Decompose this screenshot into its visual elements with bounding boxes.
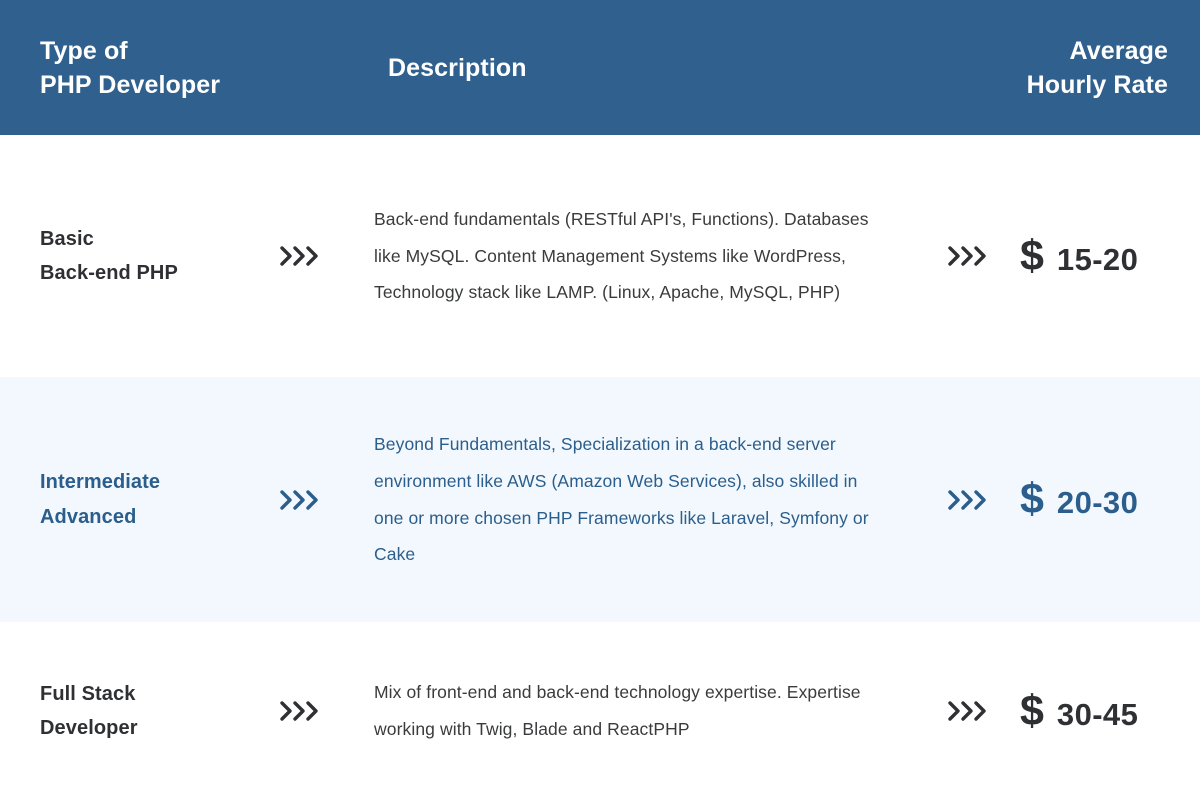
hourly-rate-value: $ 20-30 (1020, 478, 1200, 521)
header-rate-line1: Average (1069, 36, 1168, 65)
cell-arrow-left (262, 241, 374, 271)
currency-symbol: $ (1020, 231, 1044, 280)
description-text: Beyond Fundamentals, Specialization in a… (374, 434, 869, 565)
hourly-rate-value: $ 30-45 (1020, 686, 1200, 735)
developer-type-line2: Advanced (40, 505, 137, 528)
cell-developer-type: Intermediate Advanced (0, 465, 262, 534)
header-rate-line2: Hourly Rate (1026, 70, 1168, 99)
table-header-row: Type of PHP Developer Description Averag… (0, 0, 1200, 135)
cell-description: Mix of front-end and back-end technology… (374, 674, 914, 747)
rate-amount: 30-45 (1056, 696, 1139, 732)
developer-type-line1: Intermediate (40, 471, 161, 494)
header-cell-rate: Average Hourly Rate (1020, 34, 1200, 102)
cell-developer-type: Full Stack Developer (0, 677, 262, 746)
developer-type-label: Intermediate Advanced (40, 465, 262, 534)
header-rate-text: Average Hourly Rate (1020, 34, 1168, 102)
triple-chevron-right-icon (944, 696, 990, 726)
rate-amount: 20-30 (1056, 485, 1139, 520)
rate-amount: 15-20 (1056, 241, 1139, 277)
cell-description: Back-end fundamentals (RESTful API's, Fu… (374, 201, 914, 311)
cell-arrow-left (262, 696, 374, 726)
table-row: Basic Back-end PHP Back-end fundamentals… (0, 135, 1200, 377)
cell-hourly-rate: $ 30-45 (1020, 686, 1200, 735)
cell-hourly-rate: $ 20-30 (1020, 478, 1200, 521)
developer-type-line2: Developer (40, 717, 138, 739)
cell-arrow-left (262, 485, 374, 515)
cell-developer-type: Basic Back-end PHP (0, 222, 262, 291)
cell-description: Beyond Fundamentals, Specialization in a… (374, 426, 914, 572)
developer-type-line1: Basic (40, 227, 94, 250)
triple-chevron-right-icon (944, 241, 990, 271)
currency-symbol: $ (1020, 475, 1044, 523)
header-type-text: Type of PHP Developer (40, 34, 262, 102)
cell-hourly-rate: $ 15-20 (1020, 231, 1200, 280)
php-developer-rate-table: Type of PHP Developer Description Averag… (0, 0, 1200, 800)
table-row: Intermediate Advanced Beyond Fundamental… (0, 377, 1200, 622)
developer-type-line1: Full Stack (40, 682, 136, 705)
currency-symbol: $ (1020, 686, 1044, 735)
cell-arrow-right (914, 696, 1020, 726)
description-text: Back-end fundamentals (RESTful API's, Fu… (374, 209, 869, 303)
developer-type-line2: Back-end PHP (40, 262, 178, 284)
header-type-line2: PHP Developer (40, 70, 221, 99)
header-cell-type: Type of PHP Developer (0, 34, 262, 102)
header-type-line1: Type of (40, 36, 128, 65)
cell-arrow-right (914, 241, 1020, 271)
description-text: Mix of front-end and back-end technology… (374, 682, 861, 739)
hourly-rate-value: $ 15-20 (1020, 231, 1200, 280)
developer-type-label: Full Stack Developer (40, 677, 262, 746)
header-cell-description: Description (374, 51, 914, 85)
triple-chevron-right-icon (944, 485, 990, 515)
triple-chevron-right-icon (276, 241, 322, 271)
developer-type-label: Basic Back-end PHP (40, 222, 262, 291)
triple-chevron-right-icon (276, 485, 322, 515)
triple-chevron-right-icon (276, 696, 322, 726)
cell-arrow-right (914, 485, 1020, 515)
header-description-text: Description (388, 53, 527, 82)
table-row: Full Stack Developer Mix of front-end an… (0, 622, 1200, 800)
